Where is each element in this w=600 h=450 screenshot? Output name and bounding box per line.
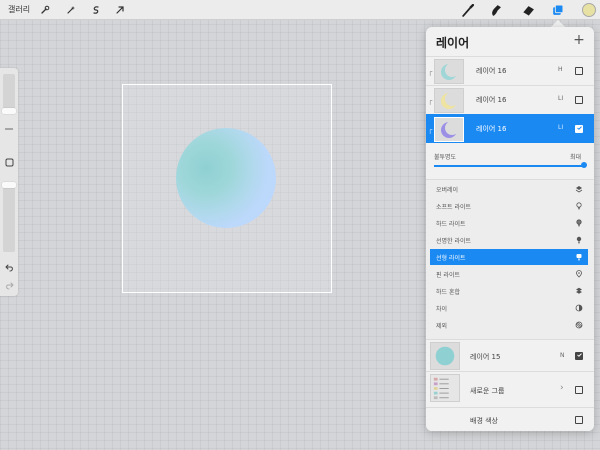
- layer-visibility-checkbox[interactable]: [575, 67, 583, 75]
- group-visibility-checkbox[interactable]: [575, 386, 583, 394]
- layer-row-active[interactable]: ┌ 레이어 16 LI: [426, 114, 594, 143]
- background-color-label: 배경 색상: [470, 417, 498, 425]
- blend-mode-label: 핀 라이트: [436, 272, 460, 279]
- layer-visibility-checkbox[interactable]: [575, 125, 583, 133]
- layers-panel: 레이어 + ┌ 레이어 16 H ┌ 레이어 16 LI ┌ 레이어 16 LI…: [426, 27, 594, 431]
- brush-size-thumb[interactable]: [2, 108, 16, 114]
- group-name: 새로운 그룹: [470, 387, 505, 395]
- opacity-slider-knob[interactable]: [581, 162, 587, 168]
- layer-thumbnail: [434, 59, 464, 84]
- layer-name: 레이어 16: [476, 125, 507, 133]
- blend-mode-item[interactable]: 선명한 라이트: [430, 232, 588, 248]
- layer-visibility-checkbox[interactable]: [575, 96, 583, 104]
- modify-square-icon[interactable]: [3, 156, 15, 168]
- blend-mode-item[interactable]: 제외: [430, 317, 588, 333]
- layer-row[interactable]: 레이어 15 N: [426, 339, 594, 371]
- layer-name: 레이어 16: [476, 67, 507, 75]
- slider-divider: [3, 118, 15, 130]
- blend-mode-label: 제외: [436, 323, 448, 330]
- layer-thumbnail: [434, 117, 464, 142]
- vivid-light-icon: [574, 235, 584, 245]
- smudge-icon[interactable]: [487, 2, 503, 18]
- layer-row[interactable]: ┌ 레이어 16 LI: [426, 85, 594, 114]
- blend-mode-item[interactable]: 오버레이: [430, 181, 588, 197]
- background-visibility-checkbox[interactable]: [575, 416, 583, 424]
- linear-light-icon: [574, 252, 584, 262]
- clipping-mask-indicator: ┌: [428, 97, 433, 105]
- layer-stack-preview-icon: [433, 377, 449, 400]
- layer-name: 레이어 16: [476, 96, 507, 104]
- top-toolbar: 갤러리: [0, 0, 600, 20]
- blend-mode-label: 차이: [436, 306, 448, 313]
- layer-thumbnail: [430, 342, 460, 370]
- group-thumbnail: [430, 374, 460, 402]
- yellow-crescent-icon: [441, 91, 459, 109]
- layer-visibility-checkbox[interactable]: [575, 352, 583, 360]
- brush-size-slider[interactable]: [3, 74, 15, 110]
- group-row[interactable]: 새로운 그룹 ›: [426, 371, 594, 407]
- add-layer-button[interactable]: +: [571, 32, 587, 48]
- opacity-label: 불투명도: [434, 154, 457, 161]
- panel-title: 레이어: [436, 36, 470, 50]
- layer-blend-code[interactable]: LI: [558, 124, 563, 131]
- layer-row[interactable]: ┌ 레이어 16 H: [426, 56, 594, 85]
- opacity-value: 최대: [570, 154, 582, 161]
- blend-mode-item[interactable]: 하드 라이트: [430, 215, 588, 231]
- brush-opacity-slider[interactable]: [3, 186, 15, 252]
- chevron-right-icon[interactable]: ›: [560, 383, 564, 393]
- brush-icon[interactable]: [459, 2, 475, 18]
- blend-mode-item[interactable]: 핀 라이트: [430, 266, 588, 282]
- clipping-mask-indicator: ┌: [428, 126, 433, 134]
- color-well[interactable]: [582, 3, 596, 17]
- undo-icon[interactable]: [3, 261, 15, 273]
- painted-circle: [176, 128, 276, 228]
- opacity-section: 불투명도 최대: [426, 143, 594, 179]
- magic-wand-icon[interactable]: [64, 3, 78, 17]
- teal-crescent-icon: [441, 62, 459, 80]
- layer-blend-code[interactable]: H: [558, 66, 563, 73]
- difference-icon: [574, 303, 584, 313]
- selection-icon[interactable]: [89, 3, 103, 17]
- transform-arrow-icon[interactable]: [113, 3, 127, 17]
- wrench-icon[interactable]: [38, 3, 52, 17]
- blend-mode-list: 오버레이 소프트 라이트 하드 라이트 선명한 라이트 선형 라이트 핀 라이트…: [426, 179, 594, 339]
- layer-blend-code[interactable]: LI: [558, 95, 563, 102]
- redo-icon[interactable]: [3, 279, 15, 291]
- opacity-slider[interactable]: [434, 165, 584, 167]
- layer-name: 레이어 15: [470, 353, 501, 361]
- gallery-button[interactable]: 갤러리: [8, 4, 30, 15]
- eraser-icon[interactable]: [520, 2, 536, 18]
- teal-circle-icon: [435, 346, 455, 366]
- blend-mode-item[interactable]: 소프트 라이트: [430, 198, 588, 214]
- blend-mode-label: 하드 라이트: [436, 221, 466, 228]
- left-sidebar: [0, 68, 18, 296]
- pin-light-icon: [574, 269, 584, 279]
- hard-mix-icon: [574, 286, 584, 296]
- layer-blend-code[interactable]: N: [560, 352, 565, 359]
- exclusion-icon: [574, 320, 584, 330]
- layer-thumbnail: [434, 88, 464, 113]
- blend-mode-item[interactable]: 하드 혼합: [430, 283, 588, 299]
- clipping-mask-indicator: ┌: [428, 68, 433, 76]
- brush-opacity-thumb[interactable]: [2, 182, 16, 188]
- background-color-row[interactable]: 배경 색상: [426, 407, 594, 431]
- soft-light-icon: [574, 201, 584, 211]
- layers-icon[interactable]: [549, 2, 565, 18]
- blend-mode-label: 선명한 라이트: [436, 238, 472, 245]
- hard-light-icon: [574, 218, 584, 228]
- blend-mode-item[interactable]: 차이: [430, 300, 588, 316]
- blend-mode-label: 하드 혼합: [436, 289, 460, 296]
- purple-crescent-icon: [441, 120, 459, 138]
- blend-mode-item-active[interactable]: 선형 라이트: [430, 249, 588, 265]
- blend-mode-label: 선형 라이트: [436, 255, 466, 262]
- blend-mode-label: 오버레이: [436, 187, 459, 194]
- sidebar-spacer: [3, 130, 15, 178]
- overlay-icon: [574, 184, 584, 194]
- blend-mode-label: 소프트 라이트: [436, 204, 472, 211]
